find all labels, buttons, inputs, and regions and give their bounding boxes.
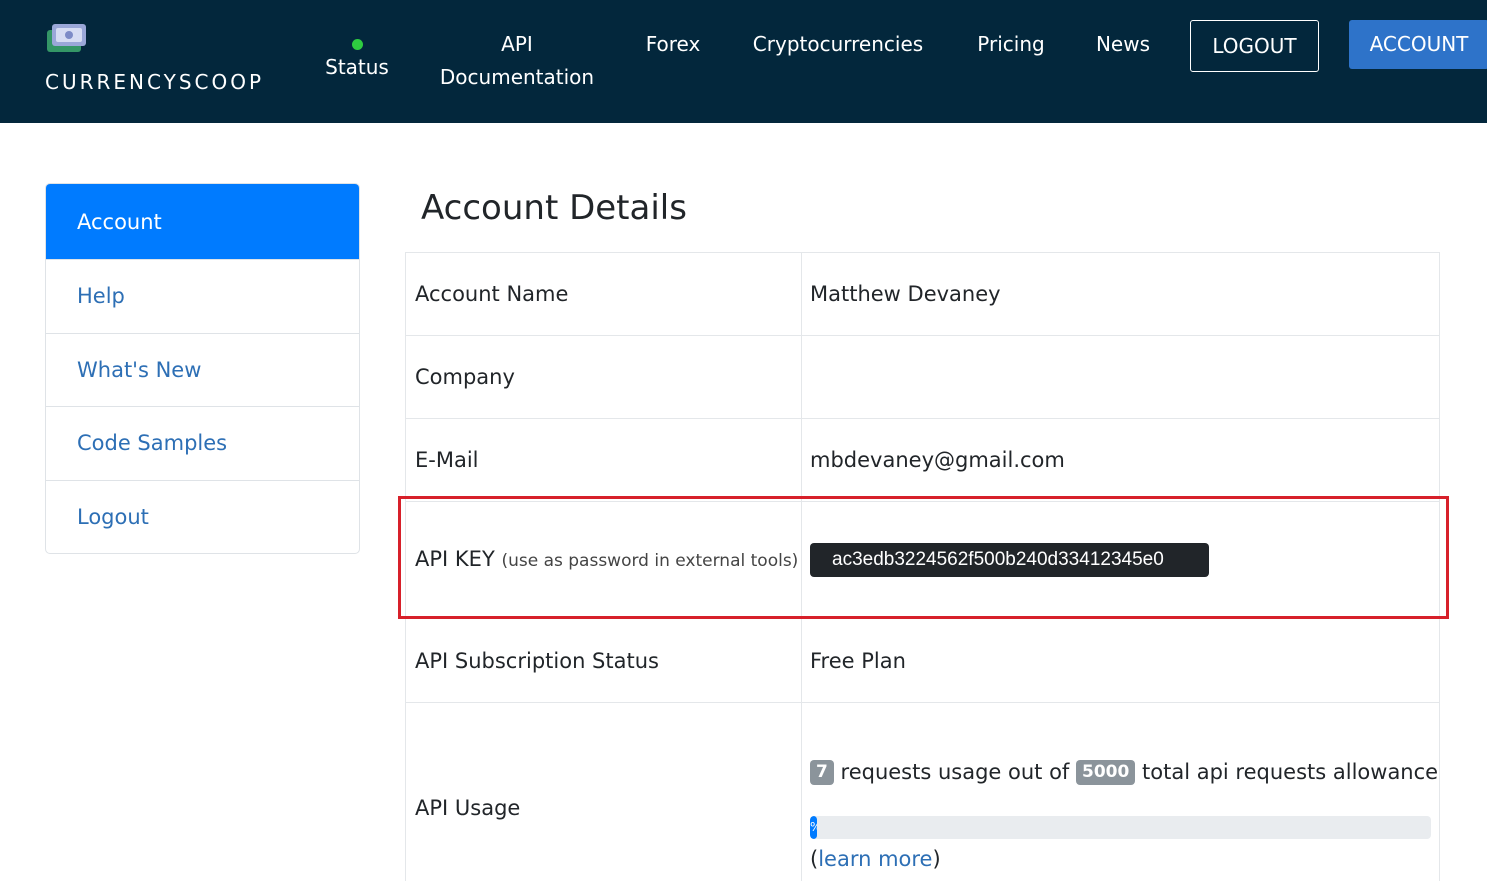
table-row-email: E-Mail mbdevaney@gmail.com	[405, 418, 1440, 502]
api-key-value-cell: ac3edb3224562f500b240d33412345e0	[801, 501, 1440, 619]
sidebar-item-account[interactable]: Account	[46, 184, 359, 259]
brand-logo-text[interactable]: CURRENCYSCOOP	[45, 70, 264, 94]
company-label: Company	[405, 335, 802, 419]
table-row-api-usage: API Usage 7 requests usage out of 5000 t…	[405, 702, 1440, 881]
table-row-company: Company	[405, 335, 1440, 419]
company-value	[801, 335, 1440, 419]
top-navbar: CURRENCYSCOOP Status API Documentation F…	[0, 0, 1487, 123]
account-details-table: Account Name Matthew Devaney Company E-M…	[405, 252, 1440, 881]
table-row-subscription: API Subscription Status Free Plan	[405, 618, 1440, 703]
nav-forex[interactable]: Forex	[638, 28, 708, 61]
api-usage-label: API Usage	[405, 702, 802, 881]
api-key-note: (use as password in external tools)	[501, 551, 799, 571]
learn-open-paren: (	[810, 847, 819, 871]
api-key-label: API KEY	[415, 547, 495, 571]
usage-progress-bar: %	[810, 816, 1431, 839]
email-label: E-Mail	[405, 418, 802, 502]
nav-pricing[interactable]: Pricing	[970, 28, 1052, 61]
sidebar-item-whats-new[interactable]: What's New	[46, 332, 359, 407]
nav-api-line1: API	[501, 32, 533, 56]
sidebar-item-code-samples[interactable]: Code Samples	[46, 406, 359, 480]
learn-more-line: (learn more)	[810, 845, 1439, 873]
api-usage-cell: 7 requests usage out of 5000 total api r…	[801, 702, 1440, 881]
usage-total-badge: 5000	[1076, 760, 1136, 785]
nav-api-line2: Documentation	[439, 65, 595, 89]
nav-api-documentation[interactable]: API Documentation	[432, 28, 602, 94]
usage-count-badge: 7	[810, 760, 834, 785]
learn-more-link[interactable]: learn more	[818, 847, 932, 871]
sidebar-item-logout[interactable]: Logout	[46, 479, 359, 554]
learn-close-paren: )	[932, 847, 941, 871]
table-row-api-key: API KEY (use as password in external too…	[405, 501, 1440, 619]
subscription-value: Free Plan	[801, 618, 1440, 703]
status-online-dot-icon	[351, 39, 363, 50]
nav-status[interactable]: Status	[318, 28, 396, 78]
account-button[interactable]: ACCOUNT	[1349, 20, 1487, 69]
api-key-value[interactable]: ac3edb3224562f500b240d33412345e0	[810, 543, 1209, 577]
page-title: Account Details	[421, 188, 687, 228]
usage-text-end: total api requests allowance	[1142, 760, 1439, 784]
nav-status-label: Status	[325, 55, 389, 79]
nav-cryptocurrencies[interactable]: Cryptocurrencies	[745, 28, 931, 61]
account-sidebar: Account Help What's New Code Samples Log…	[45, 183, 360, 554]
sidebar-item-help[interactable]: Help	[46, 259, 359, 333]
logout-button[interactable]: LOGOUT	[1190, 20, 1319, 72]
currency-notes-icon[interactable]	[44, 20, 88, 56]
table-row-account-name: Account Name Matthew Devaney	[405, 252, 1440, 336]
api-key-label-cell: API KEY (use as password in external too…	[405, 501, 802, 619]
email-value: mbdevaney@gmail.com	[801, 418, 1440, 502]
account-name-label: Account Name	[405, 252, 802, 336]
nav-news[interactable]: News	[1088, 28, 1158, 61]
subscription-label: API Subscription Status	[405, 618, 802, 703]
usage-text-mid: requests usage out of	[840, 760, 1070, 784]
account-name-value: Matthew Devaney	[801, 252, 1440, 336]
api-usage-text: 7 requests usage out of 5000 total api r…	[810, 754, 1439, 790]
usage-progress-fill: %	[810, 816, 817, 839]
